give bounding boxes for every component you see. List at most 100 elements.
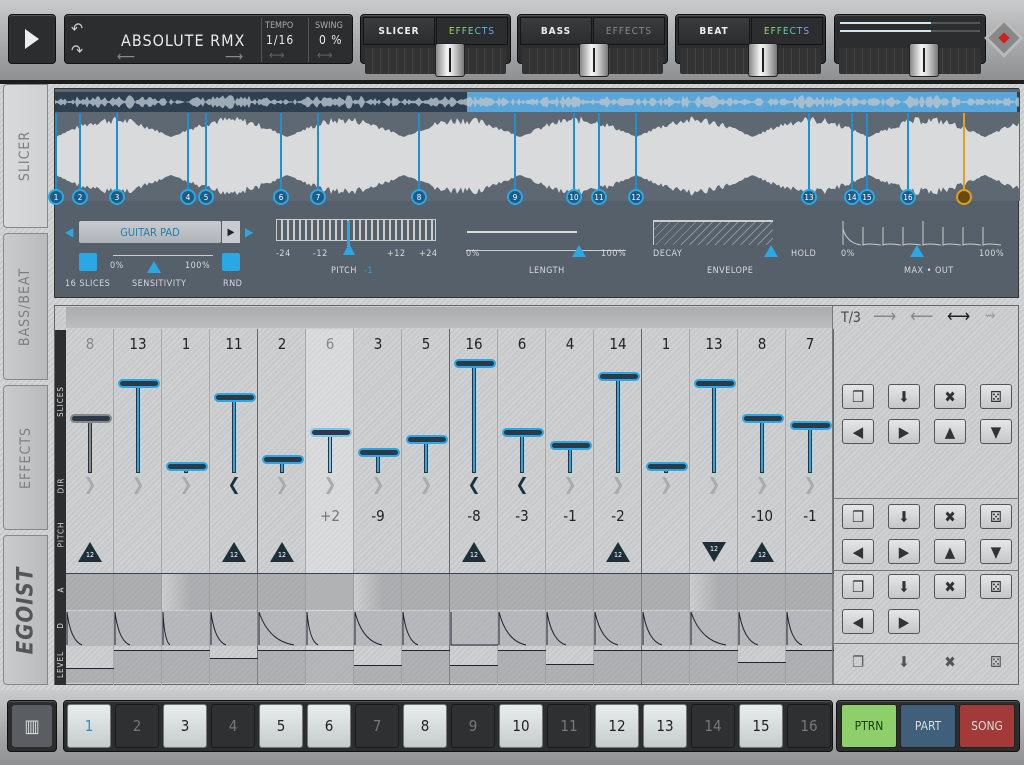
decay-curve[interactable] [258, 611, 306, 646]
step-slice-number[interactable]: 7 [786, 335, 834, 353]
slice-bar-handle[interactable] [262, 455, 304, 465]
pattern-step-button[interactable]: 13 [643, 704, 687, 748]
slice-marker[interactable]: 3 [109, 189, 125, 205]
attack-cell[interactable] [450, 573, 498, 610]
step-slice-number[interactable]: 5 [402, 335, 450, 353]
slice-bar-handle[interactable] [694, 379, 736, 389]
paste-button[interactable]: ⬇ [888, 649, 920, 674]
effects-button[interactable]: EFFECTS [593, 17, 665, 45]
attack-cell[interactable] [402, 573, 450, 610]
step-pitch-value[interactable]: -10 [738, 507, 786, 525]
shift-right-button[interactable]: ▶ [888, 419, 920, 444]
sensitivity-slider[interactable] [113, 255, 213, 256]
pattern-step-button[interactable]: 9 [451, 704, 495, 748]
level-cell[interactable] [594, 649, 642, 683]
clear-button[interactable]: ✖ [934, 384, 966, 409]
random-button[interactable]: ⚄ [980, 649, 1012, 674]
pattern-step-button[interactable]: 2 [115, 704, 159, 748]
mode-ptrn-button[interactable]: PTRN [841, 704, 897, 748]
level-cell[interactable] [690, 649, 738, 683]
maxout-display[interactable] [841, 219, 1006, 247]
prev-sample-icon[interactable]: ◀ [65, 225, 73, 239]
prev-song-icon[interactable]: ⟵ [117, 49, 135, 65]
decay-curve[interactable] [498, 611, 546, 646]
mode-part-button[interactable]: PART [900, 704, 956, 748]
forward-direction-icon[interactable]: ❯ [786, 475, 834, 495]
tab-bass-beat[interactable]: BASS/BEAT [3, 233, 48, 380]
pitch-handle[interactable] [343, 243, 355, 255]
paste-button[interactable]: ⬇ [888, 574, 920, 599]
forward-direction-icon[interactable]: ❯ [642, 475, 690, 495]
attack-cell[interactable] [738, 573, 786, 610]
next-sample-icon[interactable]: ▶ [245, 225, 253, 239]
copy-button[interactable]: ❐ [842, 649, 874, 674]
swing-value[interactable]: 0 % [319, 33, 343, 47]
clear-button[interactable]: ✖ [934, 504, 966, 529]
slice-marker[interactable]: 13 [801, 189, 817, 205]
forward-direction-icon[interactable]: ❯ [114, 475, 162, 495]
tab-effects[interactable]: EFFECTS [3, 385, 48, 530]
keyboard-icon[interactable]: ▥ [12, 705, 52, 747]
redo-icon[interactable]: ↷ [71, 41, 83, 60]
clear-button[interactable]: ✖ [934, 574, 966, 599]
attack-cell[interactable] [162, 573, 210, 610]
slice-bar-handle[interactable] [598, 372, 640, 382]
forward-direction-icon[interactable]: ❯ [738, 475, 786, 495]
master-fader-knob[interactable] [909, 43, 939, 77]
paste-button[interactable]: ⬇ [888, 504, 920, 529]
level-cell[interactable] [786, 649, 834, 683]
slice-bar-handle[interactable] [70, 413, 112, 423]
slice-marker[interactable]: 2 [72, 189, 88, 205]
slice-marker[interactable]: 16 [900, 189, 916, 205]
decay-curve[interactable] [210, 611, 258, 646]
shift-down-button[interactable]: ▼ [980, 419, 1012, 444]
pattern-step-button[interactable]: 3 [163, 704, 207, 748]
channel-fader-knob[interactable] [747, 43, 778, 77]
step-slice-number[interactable]: 16 [450, 335, 498, 353]
slice-marker[interactable]: 5 [198, 189, 214, 205]
attack-cell[interactable] [642, 573, 690, 610]
pattern-step-button[interactable]: 1 [67, 704, 111, 748]
level-cell[interactable] [498, 649, 546, 683]
level-cell[interactable] [258, 649, 306, 683]
step-slice-number[interactable]: 8 [66, 335, 114, 353]
random-button[interactable]: ⚄ [980, 574, 1012, 599]
pattern-step-button[interactable]: 5 [259, 704, 303, 748]
attack-cell[interactable] [66, 573, 114, 610]
maxout-handle[interactable] [910, 245, 924, 257]
slice-marker[interactable]: 7 [310, 189, 326, 205]
pattern-step-button[interactable]: 11 [547, 704, 591, 748]
decay-curve[interactable] [690, 611, 738, 646]
decay-curve[interactable] [114, 611, 162, 646]
octave-up-icon[interactable]: 12 [462, 542, 486, 562]
slice-bar-handle[interactable] [454, 358, 496, 368]
mode-song-button[interactable]: SONG [959, 704, 1015, 748]
attack-cell[interactable] [306, 573, 354, 610]
decay-curve[interactable] [738, 611, 786, 646]
slice-bar-handle[interactable] [118, 379, 160, 389]
step-slice-number[interactable]: 4 [546, 335, 594, 353]
octave-up-icon[interactable]: 12 [78, 542, 102, 562]
song-title[interactable]: ABSOLUTE RMX [121, 31, 245, 50]
forward-direction-icon[interactable]: ❯ [162, 475, 210, 495]
slice-bar-handle[interactable] [166, 462, 208, 472]
slice-bar-handle[interactable] [790, 420, 832, 430]
pattern-step-button[interactable]: 4 [211, 704, 255, 748]
slice-bar-handle[interactable] [358, 448, 400, 458]
slice-marker[interactable]: 14 [844, 189, 860, 205]
envelope-display[interactable] [653, 220, 773, 245]
slice-bar-handle[interactable] [214, 393, 256, 403]
slice-bar-handle[interactable] [550, 441, 592, 451]
pattern-step-button[interactable]: 8 [403, 704, 447, 748]
step-pitch-value[interactable]: -1 [546, 507, 594, 525]
step-slice-number[interactable]: 2 [258, 335, 306, 353]
channel-fader-knob[interactable] [435, 43, 466, 77]
shift-right-button[interactable]: ▶ [888, 609, 920, 634]
sample-menu-icon[interactable]: ▶ [222, 221, 240, 243]
step-pitch-value[interactable]: -8 [450, 507, 498, 525]
slice-marker[interactable]: 6 [273, 189, 289, 205]
shift-up-button[interactable]: ▲ [934, 539, 966, 564]
step-pitch-value[interactable]: +2 [306, 507, 354, 525]
level-cell[interactable] [450, 665, 498, 683]
attack-cell[interactable] [258, 573, 306, 610]
